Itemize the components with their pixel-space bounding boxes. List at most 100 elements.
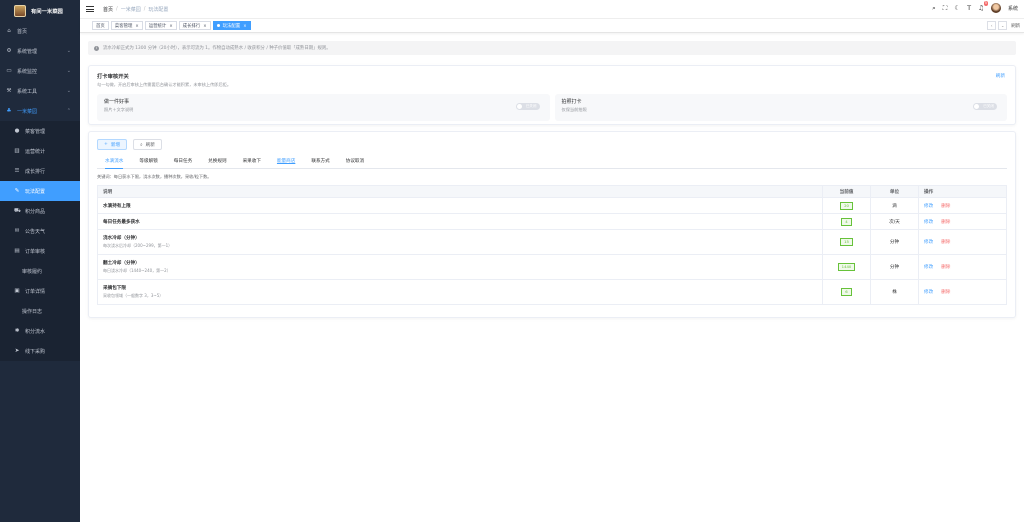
crumb-home[interactable]: 首页 — [103, 6, 113, 13]
submenu-item[interactable]: 审核履约 — [0, 261, 80, 281]
sidebar-item[interactable]: ▭ 系统监控 ⌄ — [0, 61, 80, 81]
sidebar-item[interactable]: ⚒ 系统工具 ⌄ — [0, 81, 80, 101]
tab[interactable]: 兑换规则 — [200, 157, 234, 168]
tool-icon: ⚒ — [6, 88, 12, 94]
submenu-item[interactable]: ▣ 订单详情 — [0, 281, 80, 301]
tag-customers[interactable]: 菜客管理 × — [110, 21, 143, 30]
crumb-separator: / — [143, 5, 146, 12]
cell-desc: 采摘包下限 采收包领域（一般数字 3，3~5） — [97, 279, 823, 305]
fullscreen-icon[interactable]: ⛶ — [943, 4, 948, 13]
tag-stats[interactable]: 运营统计 × — [144, 21, 177, 30]
delete-button[interactable]: 删除 — [941, 290, 950, 295]
sidebar-item[interactable]: ⌂ 首页 — [0, 21, 80, 41]
cell-actions: 修改 删除 — [918, 229, 1007, 255]
submenu-item[interactable]: ⛟ 积分商品 — [0, 201, 80, 221]
hamburger-icon[interactable] — [86, 6, 94, 12]
table-row: 水滴持有上限 20 滴修改 删除 — [97, 197, 1007, 214]
tab[interactable]: 等级解锁 — [131, 157, 165, 168]
tag-refresh[interactable]: 刷新 — [1011, 23, 1020, 29]
user-name[interactable]: 系统 — [1008, 5, 1018, 12]
table-row: 每日任务最多获水 4 次/天 修改 删除 — [97, 213, 1007, 230]
submenu-item-label: 订单审核 — [25, 248, 46, 255]
edit-button[interactable]: 修改 — [924, 220, 933, 225]
brand-title: 有间一米菜园 — [31, 8, 63, 15]
submenu-item[interactable]: ✎ 玩法配置 — [0, 181, 80, 201]
cart-icon: ⛟ — [14, 207, 21, 214]
plus-icon: + — [104, 142, 108, 147]
delete-button[interactable]: 删除 — [941, 265, 950, 270]
delete-button[interactable]: 删除 — [941, 220, 950, 225]
sidebar-item[interactable]: ⚙ 系统管理 ⌄ — [0, 41, 80, 61]
font-size-icon[interactable]: T — [967, 4, 971, 12]
close-icon[interactable]: × — [243, 23, 246, 28]
cell-actions: 修改 删除 — [918, 279, 1007, 305]
tag-ranking[interactable]: 成长排行 × — [178, 21, 211, 30]
add-button[interactable]: + 新增 — [97, 139, 128, 150]
edit-button[interactable]: 修改 — [924, 204, 933, 209]
edit-button[interactable]: 修改 — [924, 265, 933, 270]
avatar[interactable] — [990, 3, 1001, 13]
toggle-switch[interactable]: 已关闭 — [973, 103, 997, 110]
value-tag: 20 — [840, 201, 853, 210]
toggle-switch[interactable]: 已关闭 — [515, 103, 540, 110]
submenu-item[interactable]: ✉ 公告天气 — [0, 221, 80, 241]
tag-label: 成长排行 — [182, 23, 201, 29]
close-icon[interactable]: × — [203, 23, 206, 28]
bell-icon[interactable]: ♫ 5 — [978, 1, 988, 12]
tag-label: 运营统计 — [148, 23, 167, 29]
submenu-item[interactable]: ▥ 运营统计 — [0, 141, 80, 161]
submenu-item[interactable]: 操作日志 — [0, 301, 80, 321]
cell-unit: 分钟 — [870, 254, 919, 280]
delete-button[interactable]: 删除 — [941, 240, 950, 245]
tab[interactable]: 联系方式 — [303, 157, 337, 168]
value-tag: 4 — [841, 217, 852, 226]
tag-scroll-left-icon[interactable]: ‹ — [987, 21, 997, 30]
star-icon: ✱ — [14, 328, 20, 334]
col-header: 当前值 — [822, 185, 871, 198]
active-dot — [216, 24, 220, 27]
notice-bar: i 流水冷却正式为 1300 分钟（20小时），表示可流为 1。作物自动成熟水 … — [88, 41, 1016, 55]
tab[interactable]: 能量商店 — [269, 157, 303, 168]
submenu-item[interactable]: ● 菜客管理 — [0, 121, 80, 141]
edit-button[interactable]: 修改 — [924, 290, 933, 295]
submenu-item-label: 玩法配置 — [25, 188, 46, 195]
cell-unit: 株 — [870, 279, 919, 305]
submenu-item[interactable]: ▤ 订单审核 — [0, 241, 80, 261]
submenu-item-label: 积分流水 — [25, 328, 46, 335]
brand[interactable]: 有间一米菜园 — [0, 0, 80, 21]
reset-link[interactable]: 刷新 — [996, 73, 1005, 79]
submenu-item[interactable]: ☰ 成长排行 — [0, 161, 80, 181]
tag-dropdown-icon[interactable]: ⌄ — [998, 21, 1008, 30]
value-tag: 15 — [840, 238, 853, 246]
edit-button[interactable]: 修改 — [924, 240, 933, 245]
sidebar-item[interactable]: ♣ 一米菜园 ⌃ — [0, 101, 80, 121]
row-name: 每日任务最多获水 — [103, 219, 140, 225]
tab[interactable]: 每日任务 — [166, 157, 200, 168]
tab[interactable]: 协议取消 — [338, 157, 372, 168]
tag-home[interactable]: 首页 — [92, 21, 109, 30]
crumb-separator: / — [116, 5, 118, 12]
tab[interactable]: 采果收下 — [235, 157, 269, 168]
submenu-item[interactable]: ✱ 积分流水 — [0, 321, 80, 341]
cell-desc: 浇水冷却（分钟） 每次浇水后冷却（200~299，第一1） — [97, 229, 823, 255]
close-icon[interactable]: × — [135, 23, 138, 28]
close-icon[interactable]: × — [169, 23, 172, 28]
submenu-item-label: 订单详情 — [25, 288, 46, 295]
tab[interactable]: 水滴流水 — [97, 157, 131, 169]
switch-good-deed: 做一件好事 照片＋文字说明 已关闭 — [97, 94, 550, 121]
refresh-button[interactable]: ⌕ 刷新 — [133, 139, 162, 150]
delete-button[interactable]: 删除 — [941, 204, 950, 209]
cell-value: 6 — [822, 279, 871, 305]
tag-config[interactable]: 玩法配置 × — [212, 21, 251, 30]
col-header: 操作 — [918, 185, 1007, 198]
submenu-item[interactable]: ➤ 线下采购 — [0, 341, 80, 361]
cell-actions: 修改 删除 — [918, 254, 1007, 280]
search-icon[interactable]: ⌕ — [932, 4, 936, 13]
switch-title: 做一件好事 — [104, 99, 130, 105]
table-row: 翻土冷却（分钟） 每日浇水冷却（1440~240，第一2） 1440 分钟 修改 删除 — [97, 254, 1007, 280]
theme-moon-icon[interactable]: ☾ — [954, 4, 960, 12]
sidebar-item-label: 系统监控 — [17, 68, 38, 75]
toolbar: + 新增 ⌕ 刷新 — [97, 139, 1007, 150]
cell-value: 15 — [822, 229, 871, 255]
row-name: 浇水冷却（分钟） — [103, 236, 140, 241]
